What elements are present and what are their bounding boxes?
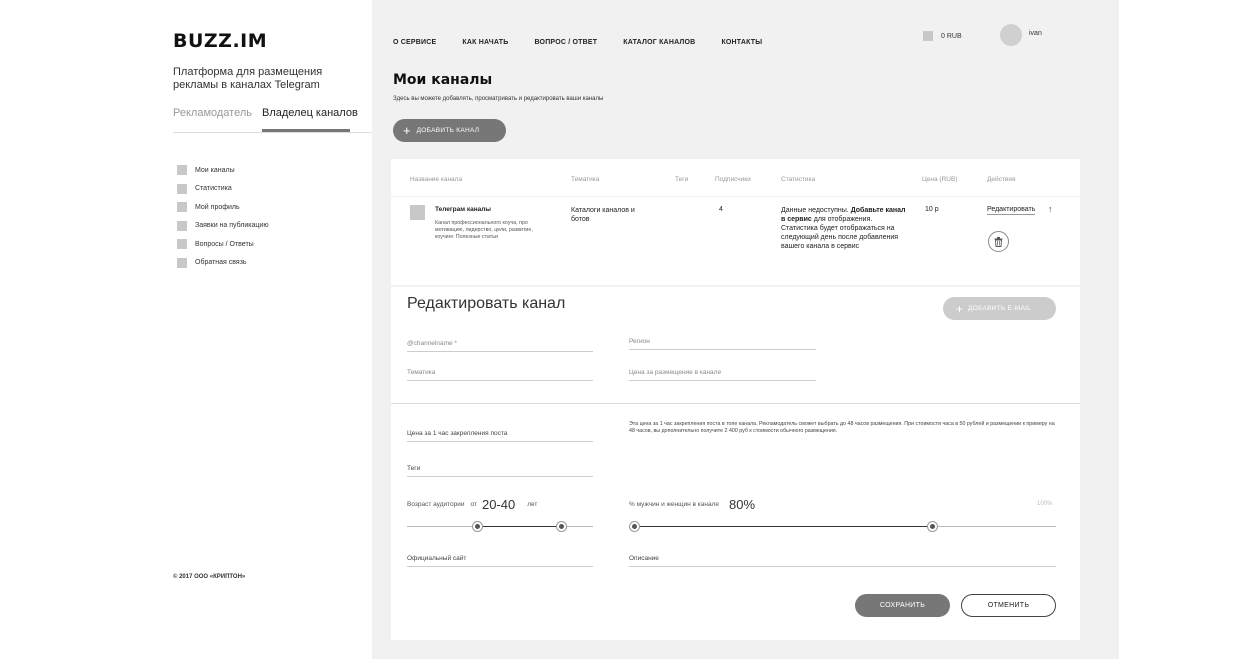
cancel-button[interactable]: ОТМЕНИТЬ <box>961 594 1056 617</box>
square-icon <box>177 202 187 213</box>
square-icon <box>177 220 187 231</box>
age-min-handle[interactable] <box>472 521 484 532</box>
square-icon <box>177 183 187 194</box>
square-icon <box>177 257 187 268</box>
arrow-up-icon[interactable]: ↑ <box>1048 204 1053 214</box>
col-header-price: Цена (RUB) <box>922 176 958 183</box>
sidebar-item-label: Обратная связь <box>195 259 247 267</box>
square-icon <box>177 165 187 176</box>
edit-title: Редактировать канал <box>407 295 566 312</box>
edit-link[interactable]: Редактировать <box>987 206 1036 215</box>
channel-topic: Каталоги каналов и ботов <box>571 207 635 223</box>
delete-button[interactable] <box>988 231 1009 252</box>
divider <box>391 196 1080 197</box>
nav-contacts[interactable]: КОНТАКТЫ <box>721 39 762 46</box>
gender-slider-fill <box>634 526 933 527</box>
website-field[interactable]: Официальный сайт <box>407 551 593 567</box>
tags-field[interactable]: Теги <box>407 461 593 477</box>
age-slider-fill <box>477 526 562 527</box>
nav-how-to-start[interactable]: КАК НАЧАТЬ <box>462 39 508 46</box>
sidebar-item-faq[interactable]: Вопросы / Ответы <box>177 235 269 254</box>
role-tabs: Рекламодатель Владелец каналов <box>173 107 372 133</box>
balance-value: 0 RUB <box>941 32 962 40</box>
plus-icon: + <box>403 123 411 138</box>
sidebar-item-feedback[interactable]: Обратная связь <box>177 254 269 273</box>
nav-faq[interactable]: ВОПРОС / ОТВЕТ <box>534 39 597 46</box>
price-hint: Эта цена за 1 час закрепления поста в то… <box>629 421 1055 434</box>
channel-price: 10 р <box>925 206 939 213</box>
channel-name[interactable]: Телеграм каналы <box>435 206 491 213</box>
logo[interactable]: BUZZ.IM <box>173 30 267 52</box>
age-label: Возраст аудитории от 20-40 лет <box>407 497 538 512</box>
nav-about[interactable]: О СЕРВИСЕ <box>393 39 436 46</box>
copyright: © 2017 ООО «КРИПТОН» <box>173 574 246 580</box>
col-header-name: Название канала <box>410 176 463 183</box>
channel-description: Канал профессионального коуча, про мотив… <box>435 220 533 240</box>
balance[interactable]: 0 RUB <box>923 31 962 41</box>
sidebar-item-label: Вопросы / Ответы <box>195 240 254 248</box>
gender-max-label: 100% <box>1037 501 1053 507</box>
page-title: Мои каналы <box>393 72 493 88</box>
edit-channel-form: Редактировать канал + ДОБАВИТЬ E-MAIL @ch… <box>391 287 1080 640</box>
tab-channel-owner[interactable]: Владелец каналов <box>262 107 358 132</box>
region-field[interactable]: Регион <box>629 334 816 350</box>
col-header-topic: Тематика <box>571 176 600 183</box>
sidebar-item-label: Статистика <box>195 185 232 193</box>
channels-table: Название канала Тематика Теги Подписчики… <box>391 159 1080 285</box>
sidebar-item-label: Мой профиль <box>195 203 240 211</box>
divider <box>391 403 1080 404</box>
col-header-tags: Теги <box>675 176 689 183</box>
age-max-handle[interactable] <box>555 521 567 532</box>
gender-value: 80% <box>728 497 756 512</box>
sidebar-item-statistics[interactable]: Статистика <box>177 180 269 199</box>
sidebar-item-requests[interactable]: Заявки на публикацию <box>177 217 269 236</box>
main-content: О СЕРВИСЕ КАК НАЧАТЬ ВОПРОС / ОТВЕТ КАТА… <box>372 0 1119 659</box>
gender-start-handle[interactable] <box>629 521 640 532</box>
sidebar: BUZZ.IM Платформа для размещения рекламы… <box>0 0 372 659</box>
add-email-button[interactable]: + ДОБАВИТЬ E-MAIL <box>943 297 1056 320</box>
save-button[interactable]: СОХРАНИТЬ <box>855 594 950 617</box>
channel-subscribers: 4 <box>719 206 723 213</box>
tagline: Платформа для размещения рекламы в канал… <box>173 66 323 91</box>
nav-catalog[interactable]: КАТАЛОГ КАНАЛОВ <box>623 39 695 46</box>
add-channel-button[interactable]: + ДОБАВИТЬ КАНАЛ <box>393 119 506 142</box>
sidebar-menu: Мои каналы Статистика Мой профиль Заявки… <box>177 161 269 272</box>
description-field[interactable]: Описание <box>629 551 1056 567</box>
sidebar-item-profile[interactable]: Мой профиль <box>177 198 269 217</box>
top-nav: О СЕРВИСЕ КАК НАЧАТЬ ВОПРОС / ОТВЕТ КАТА… <box>393 39 788 46</box>
sidebar-item-label: Мои каналы <box>195 166 235 174</box>
channelname-field[interactable]: @channelname * <box>407 336 593 352</box>
wallet-icon <box>923 31 933 41</box>
col-header-subscribers: Подписчики <box>715 176 751 183</box>
page-subtitle: Здесь вы можете добавлять, просматривать… <box>393 96 604 102</box>
square-icon <box>177 239 187 250</box>
price-pin-field[interactable]: Цена за 1 час закрепления поста <box>407 426 593 442</box>
page-margin <box>1119 0 1241 659</box>
channel-stats: Данные недоступны. Добавьте канал в серв… <box>781 207 906 250</box>
sidebar-item-my-channels[interactable]: Мои каналы <box>177 161 269 180</box>
plus-icon: + <box>956 301 964 316</box>
channel-thumbnail <box>410 205 425 220</box>
col-header-actions: Действия <box>987 176 1016 183</box>
topic-field[interactable]: Тематика <box>407 365 593 381</box>
price-channel-field[interactable]: Цена за размещение в канале <box>629 365 816 381</box>
col-header-stats: Статистика <box>781 176 816 183</box>
gender-handle[interactable] <box>926 521 938 532</box>
trash-icon <box>994 236 1003 247</box>
sidebar-item-label: Заявки на публикацию <box>195 222 269 230</box>
avatar <box>1000 24 1022 46</box>
user-name: ivan <box>1029 30 1042 37</box>
tab-advertiser[interactable]: Рекламодатель <box>173 107 252 119</box>
age-value: 20-40 <box>481 497 516 512</box>
gender-label: % мужчин и женщин в канале 80% <box>629 497 756 512</box>
user-menu[interactable]: ivan <box>1000 24 1042 46</box>
